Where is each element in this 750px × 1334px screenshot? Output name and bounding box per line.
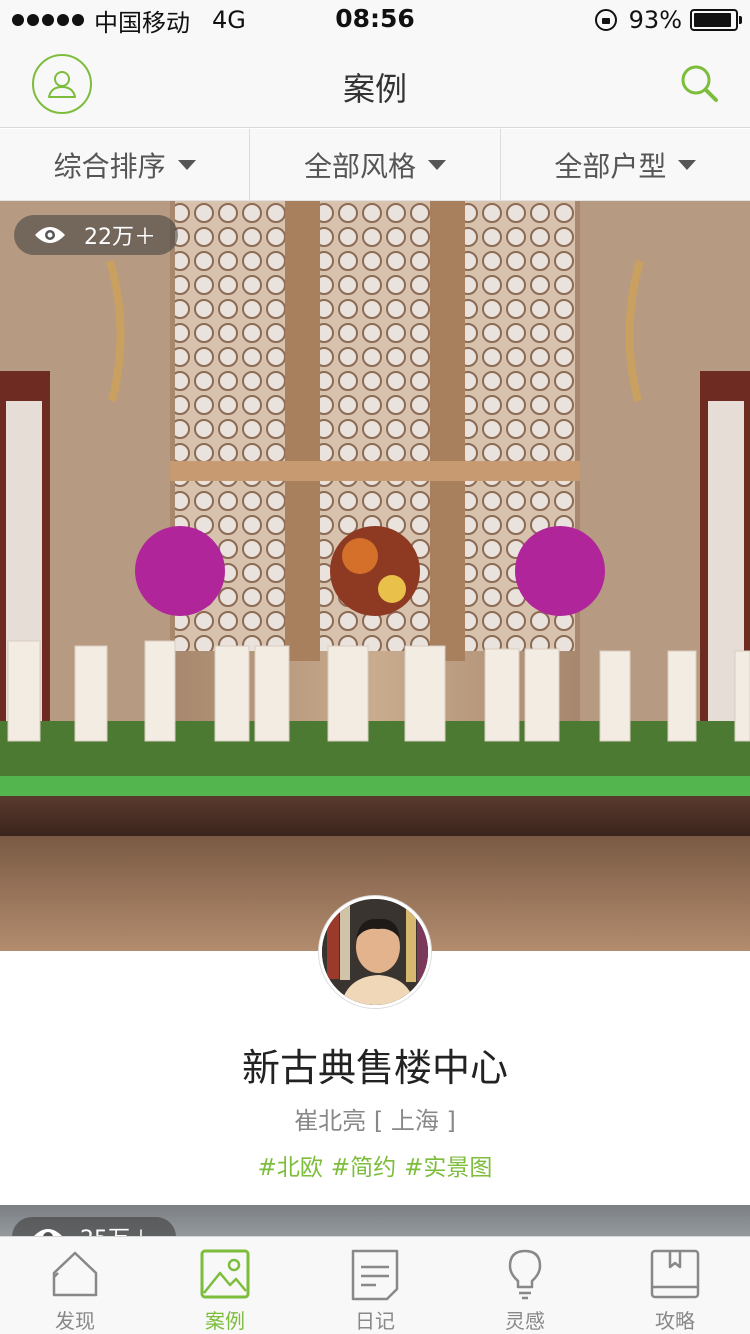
tab-inspiration[interactable]: 灵感: [450, 1237, 600, 1334]
case-designer-line[interactable]: 崔北亮 [ 上海 ]: [0, 1101, 750, 1136]
book-icon: [650, 1249, 700, 1299]
filter-style[interactable]: 全部风格: [250, 129, 501, 200]
tab-label: 攻略: [655, 1309, 695, 1333]
status-right: 93%: [594, 6, 742, 34]
search-icon: [681, 65, 718, 102]
sales-center-photo: [0, 201, 750, 951]
case-info-card[interactable]: 新古典售楼中心 崔北亮 [ 上海 ] #北欧 #简约 #实景图: [0, 896, 750, 1205]
avatar: [322, 899, 428, 1005]
lightbulb-icon: [508, 1249, 542, 1300]
caret-down-icon: [428, 159, 446, 170]
designer-name: 崔北亮: [294, 1107, 367, 1135]
filter-style-label: 全部风格: [303, 149, 416, 183]
tab-cases[interactable]: 案例: [150, 1237, 300, 1334]
case-cover-image[interactable]: 22万＋: [0, 201, 750, 951]
tab-label: 灵感: [505, 1309, 545, 1333]
views-count: 22万＋: [84, 225, 156, 250]
house-icon: [52, 1251, 98, 1297]
tab-discover[interactable]: 发现: [0, 1237, 150, 1334]
designer-city: [ 上海 ]: [373, 1107, 456, 1135]
filter-layout-label: 全部户型: [554, 149, 667, 183]
filter-sort[interactable]: 综合排序: [0, 129, 251, 200]
orientation-lock-icon: [594, 9, 617, 31]
battery-percent: 93%: [628, 6, 682, 34]
eye-icon: [35, 227, 65, 243]
tab-guides[interactable]: 攻略: [600, 1237, 750, 1334]
battery-icon: [690, 9, 742, 31]
tab-diary[interactable]: 日记: [300, 1237, 450, 1334]
filter-layout[interactable]: 全部户型: [501, 129, 750, 200]
filter-sort-label: 综合排序: [53, 149, 166, 183]
filter-bar: 综合排序 全部风格 全部户型: [0, 129, 750, 201]
nav-bar: 案例: [0, 40, 750, 128]
tag-item[interactable]: #北欧: [258, 1155, 323, 1181]
picture-icon: [200, 1249, 250, 1299]
designer-avatar[interactable]: [319, 896, 431, 1008]
diary-icon: [351, 1249, 399, 1301]
tag-item[interactable]: #简约: [331, 1155, 396, 1181]
tab-label: 案例: [205, 1309, 245, 1333]
caret-down-icon: [678, 159, 697, 170]
views-badge: 22万＋: [14, 215, 178, 255]
case-tags: #北欧 #简约 #实景图: [0, 1148, 750, 1182]
tab-label: 发现: [55, 1309, 95, 1333]
status-bar: 中国移动 4G 08:56 93%: [0, 0, 750, 40]
tab-label: 日记: [355, 1309, 395, 1333]
caret-down-icon: [177, 159, 196, 170]
page-title: 案例: [342, 70, 407, 108]
tab-bar: 发现 案例 日记 灵感 攻略: [0, 1236, 750, 1334]
search-button[interactable]: [678, 62, 722, 106]
tag-item[interactable]: #实景图: [404, 1155, 492, 1181]
case-title: 新古典售楼中心: [241, 1046, 508, 1090]
